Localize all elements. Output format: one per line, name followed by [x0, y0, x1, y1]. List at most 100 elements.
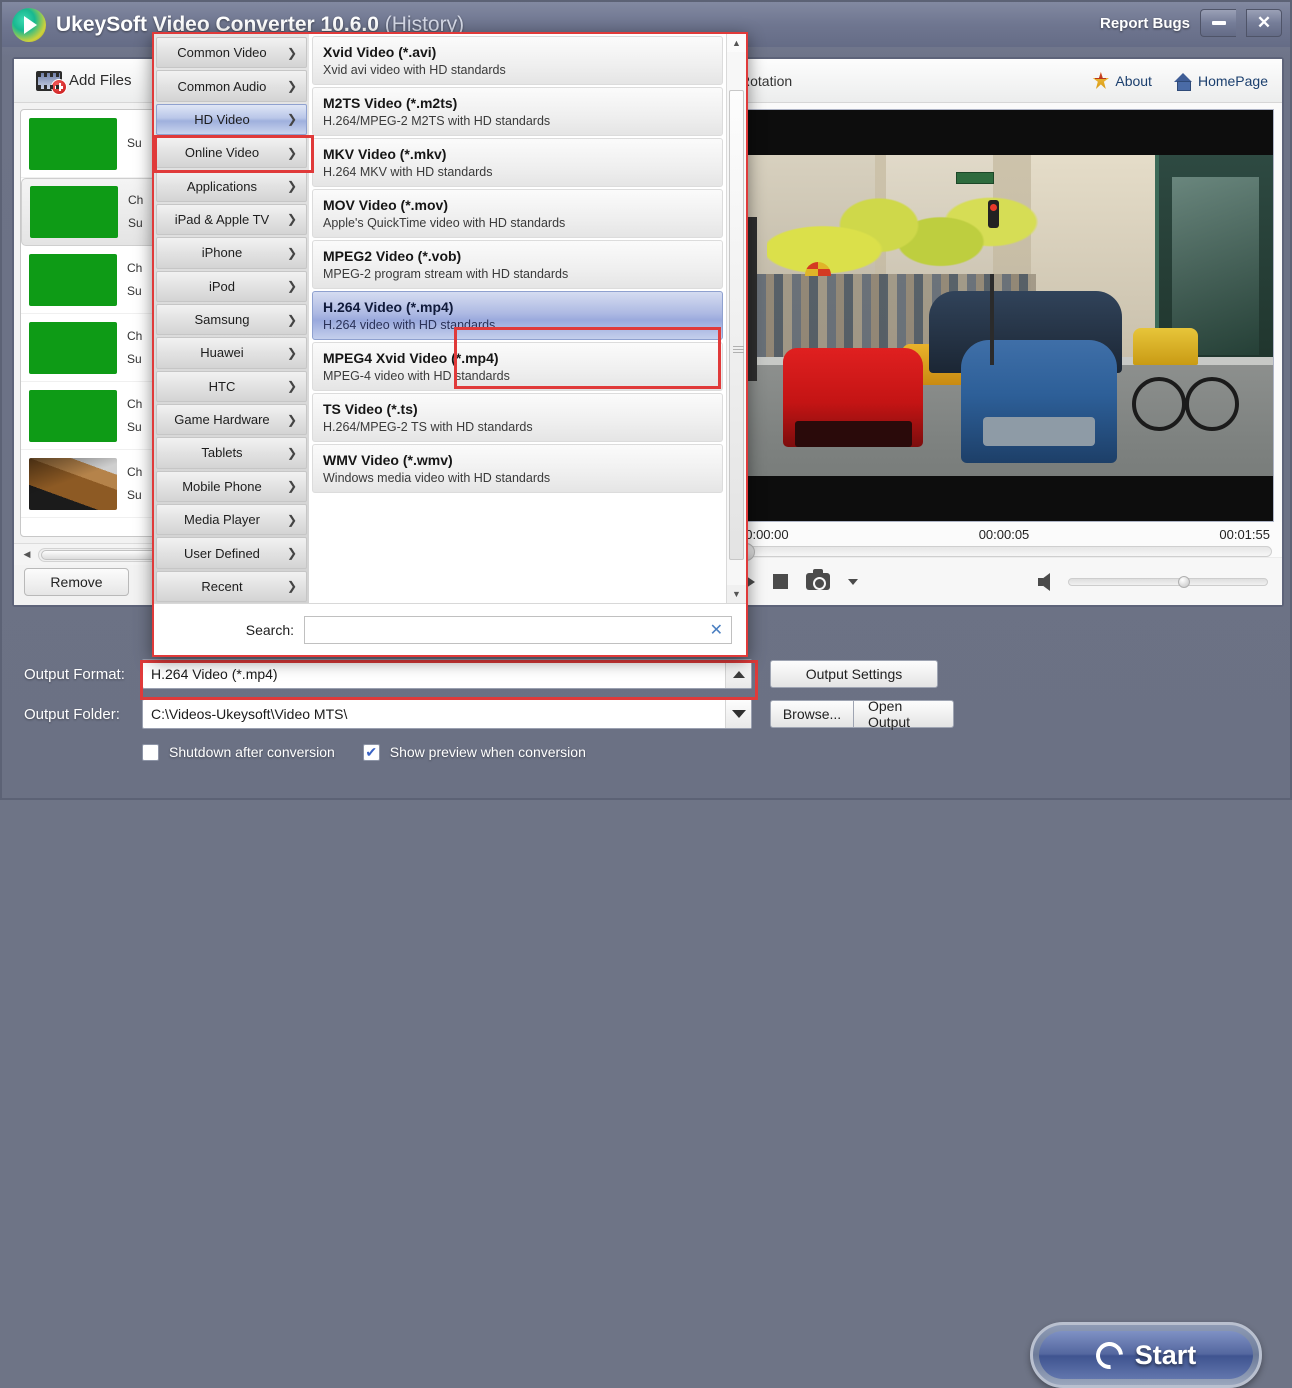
output-folder-arrow[interactable] [725, 700, 751, 728]
file-meta-line2: Su [128, 216, 143, 230]
output-folder-combobox[interactable]: C:\Videos-Ukeysoft\Video MTS\ [142, 699, 752, 729]
chevron-right-icon: ❯ [286, 579, 297, 594]
category-common-audio[interactable]: Common Audio ❯ [156, 70, 307, 102]
format-item-mov[interactable]: MOV Video (*.mov) Apple's QuickTime vide… [312, 189, 723, 238]
clear-search-icon[interactable]: ✕ [710, 620, 723, 640]
scroll-up-arrow-icon[interactable]: ▲ [727, 34, 746, 52]
video-preview[interactable] [734, 109, 1274, 522]
format-desc: H.264 video with HD standards [323, 318, 496, 332]
chevron-right-icon: ❯ [286, 345, 297, 360]
category-mobile-phone[interactable]: Mobile Phone ❯ [156, 470, 307, 503]
format-item-list[interactable]: Xvid Video (*.avi) Xvid avi video with H… [309, 34, 726, 603]
title-bar-actions: Report Bugs ✕ [1100, 9, 1282, 37]
category-recent[interactable]: Recent ❯ [156, 570, 307, 603]
format-item-wmv[interactable]: WMV Video (*.wmv) Windows media video wi… [312, 444, 723, 493]
category-user-defined[interactable]: User Defined ❯ [156, 537, 307, 569]
snapshot-camera-icon[interactable] [806, 569, 830, 590]
report-bugs-link[interactable]: Report Bugs [1100, 15, 1190, 32]
add-files-button[interactable]: Add Files [26, 68, 142, 95]
minimize-button[interactable] [1200, 9, 1236, 37]
output-format-label: Output Format: [24, 665, 125, 683]
remove-button[interactable]: Remove [24, 568, 129, 596]
output-format-combobox[interactable]: H.264 Video (*.mp4) [142, 659, 752, 689]
open-output-button[interactable]: Open Output [854, 698, 954, 730]
category-samsung[interactable]: Samsung ❯ [156, 303, 307, 336]
output-format-arrow[interactable] [725, 660, 751, 688]
format-item-mkv[interactable]: MKV Video (*.mkv) H.264 MKV with HD stan… [312, 138, 723, 187]
format-desc: H.264/MPEG-2 M2TS with HD standards [323, 114, 551, 128]
stop-icon[interactable] [773, 574, 788, 589]
category-common-video[interactable]: Common Video ❯ [156, 37, 307, 69]
search-input[interactable] [313, 620, 710, 639]
format-item-mpeg2-vob[interactable]: MPEG2 Video (*.vob) MPEG-2 program strea… [312, 240, 723, 289]
format-item-h264-mp4[interactable]: H.264 Video (*.mp4) H.264 video with HD … [312, 291, 723, 340]
volume-thumb[interactable] [1177, 575, 1190, 588]
category-htc[interactable]: HTC ❯ [156, 370, 307, 402]
search-box[interactable]: ✕ [304, 615, 732, 644]
category-game-hardware[interactable]: Game Hardware ❯ [156, 403, 307, 436]
film-plus-icon [36, 70, 67, 95]
category-ipod[interactable]: iPod ❯ [156, 270, 307, 302]
category-tablets[interactable]: Tablets ❯ [156, 437, 307, 469]
browse-button[interactable]: Browse... [770, 700, 854, 728]
chevron-right-icon: ❯ [286, 412, 297, 427]
chevron-down-icon[interactable] [848, 578, 858, 585]
format-list-scrollbar[interactable]: ▲ ▼ [726, 34, 746, 603]
scroll-track[interactable] [727, 52, 746, 585]
player-controls [726, 557, 1282, 605]
search-label: Search: [245, 621, 294, 638]
format-item-m2ts[interactable]: M2TS Video (*.m2ts) H.264/MPEG-2 M2TS wi… [312, 87, 723, 136]
format-item-mpeg4-xvid-mp4[interactable]: MPEG4 Xvid Video (*.mp4) MPEG-4 video wi… [312, 342, 723, 391]
video-frame-image [735, 110, 1273, 521]
category-label: iPhone [201, 245, 243, 261]
category-label: Common Audio [177, 78, 267, 94]
show-preview-checkbox[interactable] [362, 743, 380, 761]
output-format-value: H.264 Video (*.mp4) [151, 666, 278, 682]
category-iphone[interactable]: iPhone ❯ [156, 237, 307, 269]
format-item-ts[interactable]: TS Video (*.ts) H.264/MPEG-2 TS with HD … [312, 393, 723, 442]
file-meta-line1: Ch [127, 396, 143, 411]
time-labels: 00:00:00 00:00:05 00:01:55 [736, 524, 1272, 544]
chevron-right-icon: ❯ [286, 445, 297, 460]
chevron-right-icon: ❯ [286, 179, 297, 194]
preview-column: Rotation About HomePage 00:00:00 00:00:0… [726, 59, 1282, 605]
volume-slider[interactable] [1068, 575, 1268, 588]
category-label: Samsung [194, 312, 250, 328]
category-huawei[interactable]: Huawei ❯ [156, 337, 307, 369]
scroll-left-arrow-icon[interactable]: ◀ [20, 548, 34, 562]
chevron-right-icon: ❯ [286, 145, 297, 160]
video-thumbnail [29, 389, 117, 442]
seek-slider[interactable] [736, 543, 1272, 561]
start-button[interactable]: Start [1030, 1322, 1262, 1388]
format-desc: H.264 MKV with HD standards [323, 165, 493, 179]
about-button[interactable]: About [1092, 72, 1152, 89]
category-hd-video[interactable]: HD Video ❯ [156, 103, 307, 136]
format-title: MKV Video (*.mkv) [323, 146, 447, 162]
chevron-up-icon [732, 670, 745, 678]
format-desc: Xvid avi video with HD standards [323, 63, 506, 77]
category-applications[interactable]: Applications ❯ [156, 170, 307, 202]
format-dropdown-popup[interactable]: Common Video ❯ Common Audio ❯ HD Video ❯… [152, 32, 748, 657]
close-button[interactable]: ✕ [1246, 9, 1282, 37]
output-settings-button[interactable]: Output Settings [770, 660, 938, 688]
bottom-bar: Output Format: H.264 Video (*.mp4) Outpu… [2, 654, 1290, 1388]
output-folder-value: C:\Videos-Ukeysoft\Video MTS\ [151, 706, 348, 722]
category-label: HTC [208, 378, 236, 394]
category-online-video[interactable]: Online Video ❯ [156, 137, 307, 169]
category-label: HD Video [194, 111, 250, 127]
file-meta-line1: Ch [127, 464, 143, 479]
category-ipad-apple-tv[interactable]: iPad & Apple TV ❯ [156, 203, 307, 236]
scroll-down-arrow-icon[interactable]: ▼ [727, 585, 746, 603]
folder-buttons: Browse... Open Output [770, 698, 954, 730]
file-meta-line1: Ch [127, 260, 143, 275]
video-thumbnail [29, 117, 117, 170]
homepage-button[interactable]: HomePage [1173, 72, 1268, 91]
format-category-list[interactable]: Common Video ❯ Common Audio ❯ HD Video ❯… [154, 34, 309, 603]
chevron-right-icon: ❯ [286, 279, 297, 294]
speaker-icon[interactable] [1038, 572, 1050, 591]
file-meta: Ch Su [127, 325, 142, 371]
format-item-xvid-avi[interactable]: Xvid Video (*.avi) Xvid avi video with H… [312, 36, 723, 85]
shutdown-checkbox[interactable] [142, 743, 159, 761]
scroll-thumb[interactable] [729, 90, 744, 560]
category-media-player[interactable]: Media Player ❯ [156, 504, 307, 536]
